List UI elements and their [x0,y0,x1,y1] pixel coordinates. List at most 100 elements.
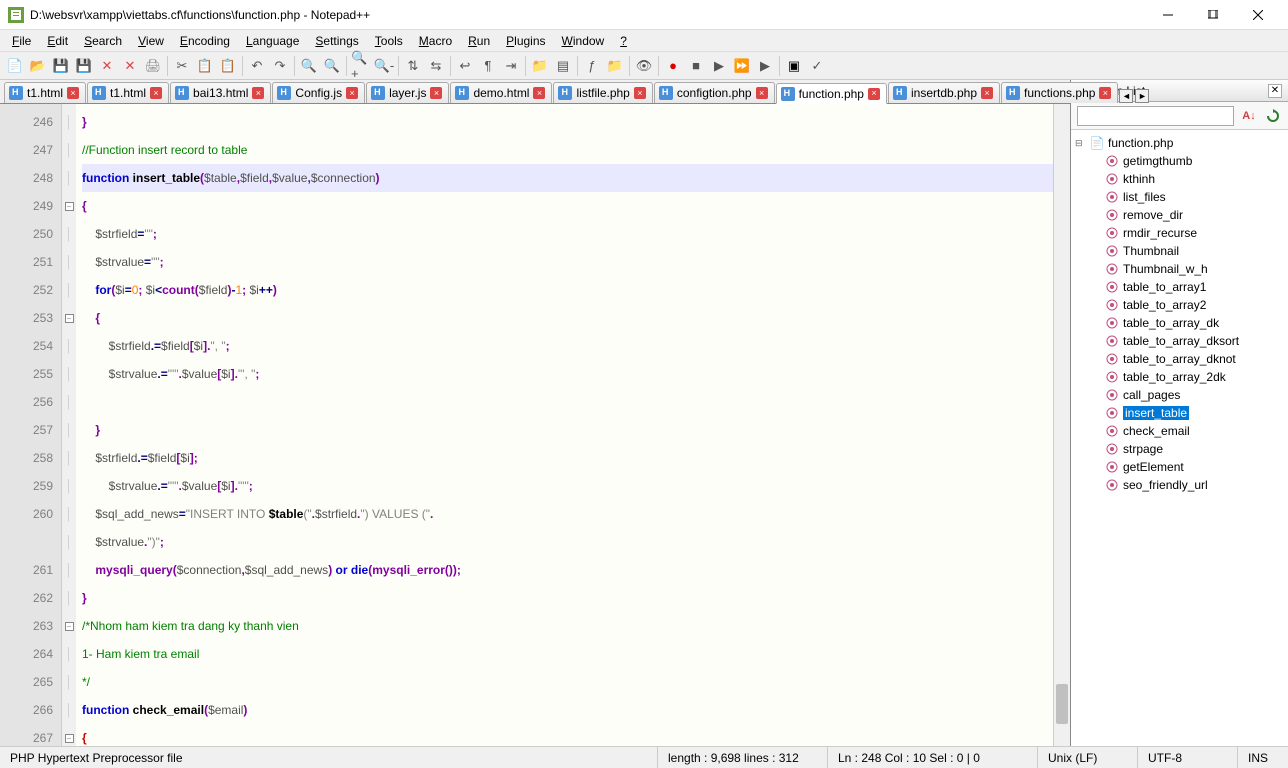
func-list-icon[interactable]: ƒ [581,55,603,77]
tab-close-icon[interactable]: × [67,87,79,99]
tab-demo-html[interactable]: demo.html× [450,82,552,103]
sync-h-icon[interactable]: ⇆ [425,55,447,77]
lang-icon[interactable]: 📁 [529,55,551,77]
chars-icon[interactable]: ¶ [477,55,499,77]
zoom-out-icon[interactable]: 🔍- [373,55,395,77]
monitor-icon[interactable]: 👁 [633,55,655,77]
func-strpage[interactable]: strpage [1071,440,1288,458]
func-table_to_array_dksort[interactable]: table_to_array_dksort [1071,332,1288,350]
code-area[interactable]: }//Function insert record to tablefuncti… [76,104,1053,746]
sort-icon[interactable]: A↓ [1240,107,1258,125]
func-table_to_array1[interactable]: table_to_array1 [1071,278,1288,296]
save-icon[interactable]: 💾 [50,55,72,77]
func-getimgthumb[interactable]: getimgthumb [1071,152,1288,170]
func-check_email[interactable]: check_email [1071,422,1288,440]
stop-icon[interactable]: ■ [685,55,707,77]
tab-insertdb-php[interactable]: insertdb.php× [888,82,1000,103]
menu-edit[interactable]: Edit [39,32,76,50]
fold-toggle[interactable]: − [65,202,74,211]
rec-icon[interactable]: ● [662,55,684,77]
tab-close-icon[interactable]: × [252,87,264,99]
fold-toggle[interactable]: − [65,622,74,631]
save-all-icon[interactable]: 💾 [73,55,95,77]
tab-Config-js[interactable]: Config.js× [272,82,365,103]
tab-prev-button[interactable]: ◄ [1119,89,1133,103]
menu-search[interactable]: Search [76,32,130,50]
tab-next-button[interactable]: ► [1135,89,1149,103]
func-table_to_array_2dk[interactable]: table_to_array_2dk [1071,368,1288,386]
sync-v-icon[interactable]: ⇅ [402,55,424,77]
menu-language[interactable]: Language [238,32,307,50]
find-icon[interactable]: 🔍 [298,55,320,77]
wrap-icon[interactable]: ↩ [454,55,476,77]
cut-icon[interactable]: ✂ [171,55,193,77]
folder-icon[interactable]: 📁 [604,55,626,77]
fold-toggle[interactable]: − [65,314,74,323]
scrollbar-vertical[interactable] [1053,104,1070,746]
func-insert_table[interactable]: insert_table [1071,404,1288,422]
play-multi-icon[interactable]: ⏩ [731,55,753,77]
func-Thumbnail_w_h[interactable]: Thumbnail_w_h [1071,260,1288,278]
tab-t1-html[interactable]: t1.html× [87,82,169,103]
replace-icon[interactable]: 🔍 [321,55,343,77]
tab-functions-php[interactable]: functions.php× [1001,82,1118,103]
tab-close-icon[interactable]: × [756,87,768,99]
tab-t1-html[interactable]: t1.html× [4,82,86,103]
tree-root[interactable]: ⊟📄function.php [1071,134,1288,152]
save-macro-icon[interactable]: ▶ [754,55,776,77]
tab-configtion-php[interactable]: configtion.php× [654,82,775,103]
close-all-icon[interactable]: ✕ [119,55,141,77]
menu-file[interactable]: File [4,32,39,50]
refresh-icon[interactable] [1264,107,1282,125]
cmd-icon[interactable]: ▣ [783,55,805,77]
indent-icon[interactable]: ⇥ [500,55,522,77]
close-icon[interactable]: ✕ [96,55,118,77]
tab-close-icon[interactable]: × [868,88,880,100]
tab-listfile-php[interactable]: listfile.php× [553,82,652,103]
func-list_files[interactable]: list_files [1071,188,1288,206]
tab-bai13-html[interactable]: bai13.html× [170,82,271,103]
func-kthinh[interactable]: kthinh [1071,170,1288,188]
copy-icon[interactable]: 📋 [194,55,216,77]
close-button[interactable] [1235,0,1280,29]
func-rmdir_recurse[interactable]: rmdir_recurse [1071,224,1288,242]
new-icon[interactable]: 📄 [4,55,26,77]
redo-icon[interactable]: ↷ [269,55,291,77]
fold-toggle[interactable]: − [65,734,74,743]
func-table_to_array_dknot[interactable]: table_to_array_dknot [1071,350,1288,368]
func-table_to_array_dk[interactable]: table_to_array_dk [1071,314,1288,332]
function-search-input[interactable] [1077,106,1234,126]
menu-settings[interactable]: Settings [307,32,366,50]
menu-?[interactable]: ? [612,32,635,50]
zoom-in-icon[interactable]: 🔍+ [350,55,372,77]
tab-close-icon[interactable]: × [1099,87,1111,99]
spell-icon[interactable]: ✓ [806,55,828,77]
paste-icon[interactable]: 📋 [217,55,239,77]
tab-close-icon[interactable]: × [150,87,162,99]
print-icon[interactable]: 🖨 [142,55,164,77]
open-icon[interactable]: 📂 [27,55,49,77]
menu-view[interactable]: View [130,32,172,50]
maximize-button[interactable] [1190,0,1235,29]
play-icon[interactable]: ▶ [708,55,730,77]
func-getElement[interactable]: getElement [1071,458,1288,476]
tab-close-icon[interactable]: × [346,87,358,99]
tab-close-icon[interactable]: × [533,87,545,99]
menu-encoding[interactable]: Encoding [172,32,238,50]
menu-run[interactable]: Run [460,32,498,50]
func-table_to_array2[interactable]: table_to_array2 [1071,296,1288,314]
menu-tools[interactable]: Tools [367,32,411,50]
tab-close-icon[interactable]: × [634,87,646,99]
func-remove_dir[interactable]: remove_dir [1071,206,1288,224]
doc-map-icon[interactable]: ▤ [552,55,574,77]
tab-layer-js[interactable]: layer.js× [366,82,449,103]
func-Thumbnail[interactable]: Thumbnail [1071,242,1288,260]
scrollbar-thumb[interactable] [1056,684,1068,724]
menu-plugins[interactable]: Plugins [498,32,553,50]
func-seo_friendly_url[interactable]: seo_friendly_url [1071,476,1288,494]
menu-macro[interactable]: Macro [411,32,460,50]
func-call_pages[interactable]: call_pages [1071,386,1288,404]
panel-close-button[interactable]: ✕ [1268,84,1282,98]
tab-close-icon[interactable]: × [981,87,993,99]
tab-close-icon[interactable]: × [430,87,442,99]
